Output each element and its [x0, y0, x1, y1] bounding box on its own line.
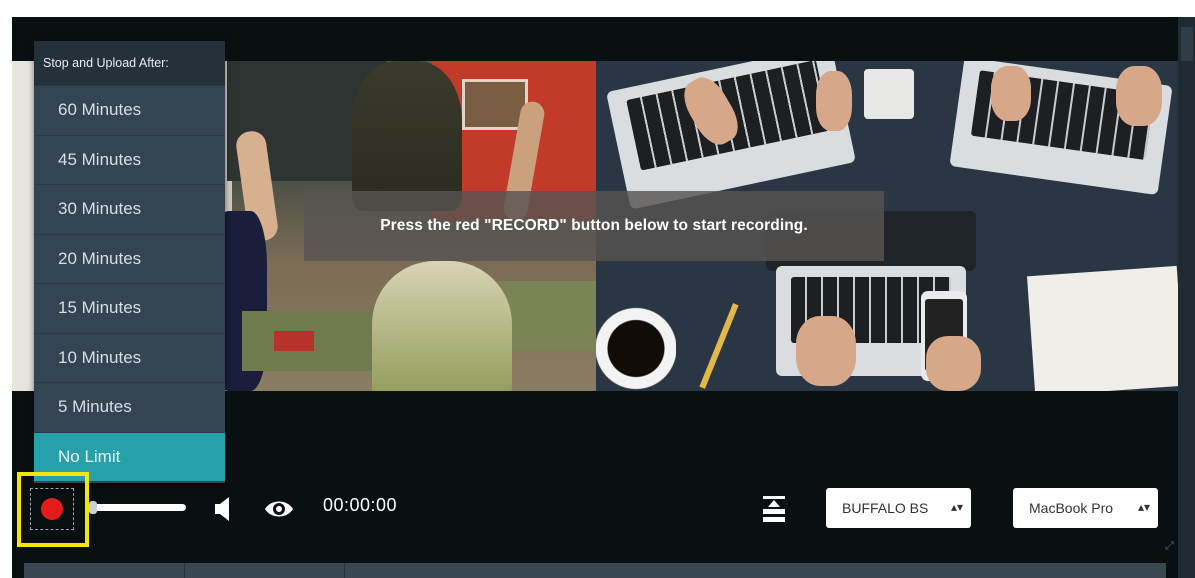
volume-slider[interactable]: [93, 504, 186, 511]
volume-slider-handle[interactable]: [89, 501, 97, 514]
bottom-tab[interactable]: [184, 563, 345, 578]
menu-item-60-minutes[interactable]: 60 Minutes: [34, 85, 225, 135]
menu-item-15-minutes[interactable]: 15 Minutes: [34, 283, 225, 333]
sort-arrows-icon: ▴▾: [950, 500, 963, 514]
eye-icon[interactable]: [264, 497, 294, 521]
menu-item-20-minutes[interactable]: 20 Minutes: [34, 233, 225, 284]
bottom-tab-strip: [24, 563, 1166, 578]
microphone-select-value: MacBook Pro: [1029, 500, 1114, 516]
menu-item-30-minutes[interactable]: 30 Minutes: [34, 184, 225, 234]
menu-item-10-minutes[interactable]: 10 Minutes: [34, 332, 225, 383]
recording-instructions-text: Press the red "RECORD" button below to s…: [380, 217, 808, 234]
bottom-tab[interactable]: [24, 563, 185, 578]
speaker-icon[interactable]: [215, 496, 231, 522]
microphone-select[interactable]: MacBook Pro ▴▾: [1013, 488, 1158, 528]
sort-arrows-icon: ▴▾: [1137, 500, 1150, 514]
resize-handle-icon[interactable]: ⤢: [1165, 540, 1174, 553]
camera-select-value: BUFFALO BS: [842, 500, 929, 516]
record-button[interactable]: [30, 488, 74, 530]
recording-timer: 00:00:00: [323, 495, 398, 515]
camera-select[interactable]: BUFFALO BS ▴▾: [826, 488, 971, 528]
record-icon: [41, 498, 63, 520]
layout-icon[interactable]: [760, 494, 788, 524]
menu-item-5-minutes[interactable]: 5 Minutes: [34, 382, 225, 432]
menu-header: Stop and Upload After:: [34, 41, 225, 85]
stop-upload-menu: Stop and Upload After: 60 Minutes 45 Min…: [34, 41, 225, 483]
menu-item-45-minutes[interactable]: 45 Minutes: [34, 134, 225, 185]
recording-instructions: Press the red "RECORD" button below to s…: [304, 191, 884, 261]
right-scrollbar[interactable]: [1178, 17, 1195, 578]
